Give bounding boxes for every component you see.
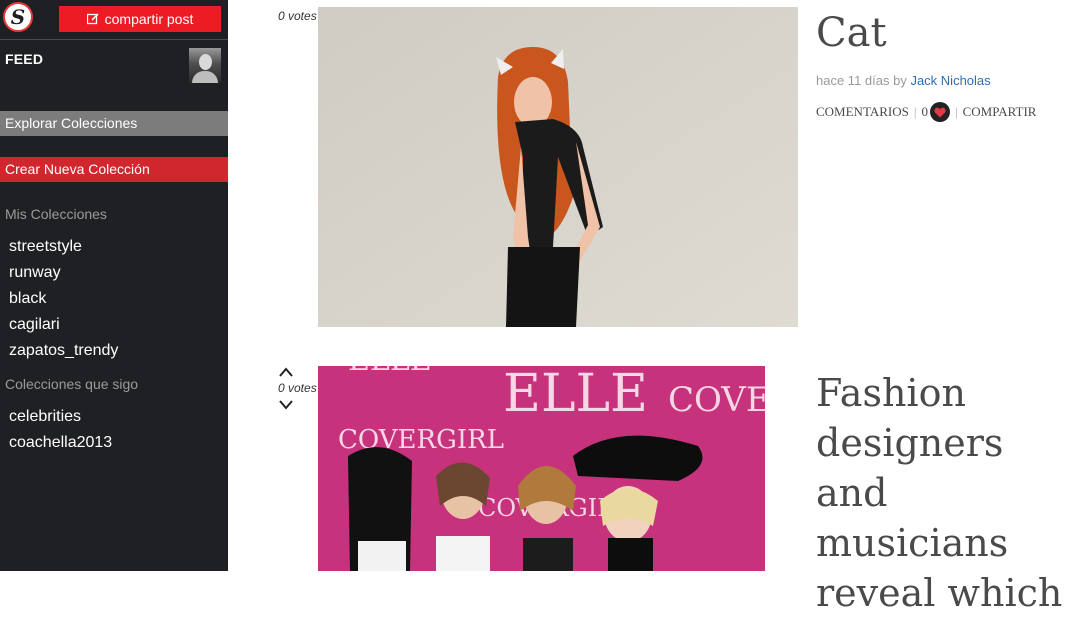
downvote-icon[interactable] [279, 400, 293, 410]
like-count: 0 [921, 104, 928, 119]
post-title[interactable]: Fashion designers and musicians reveal w… [816, 368, 1082, 618]
feed-link[interactable]: FEED [5, 51, 43, 67]
post-title[interactable]: Cat [816, 10, 887, 56]
post-title-line: reveal which [816, 571, 1063, 615]
heart-icon[interactable] [929, 102, 950, 122]
user-avatar[interactable] [189, 48, 221, 83]
create-collection-button[interactable]: Crear Nueva Colección [0, 157, 228, 182]
separator: | [913, 104, 917, 119]
post-meta: hace 11 días by Jack Nicholas [816, 73, 991, 88]
my-collections-heading: Mis Colecciones [5, 206, 107, 222]
author-link[interactable]: Jack Nicholas [910, 73, 990, 88]
followed-collection-link[interactable]: celebrities [9, 408, 81, 426]
upvote-icon[interactable] [279, 367, 293, 377]
post-title-line: designers and [816, 421, 1004, 515]
post-title-line: Fashion [816, 371, 966, 415]
post-actions: COMENTARIOS | 0 | COMPARTIR [816, 102, 1036, 122]
collection-link[interactable]: zapatos_trendy [9, 342, 118, 360]
share-post-button[interactable]: compartir post [59, 6, 221, 32]
divider [0, 39, 228, 40]
separator: | [954, 104, 958, 119]
vote-count: 0 votes [278, 9, 317, 23]
collection-link[interactable]: streetstyle [9, 238, 82, 256]
collection-link[interactable]: black [9, 290, 46, 308]
vote-count: 0 votes [278, 381, 317, 395]
following-collections-heading: Colecciones que sigo [5, 376, 139, 392]
post-photo-cat [318, 7, 798, 327]
sidebar: S compartir post FEED Explorar Coleccion… [0, 0, 228, 571]
explore-collections-button[interactable]: Explorar Colecciones [0, 111, 228, 136]
share-post-label: compartir post [104, 11, 194, 27]
site-logo[interactable]: S [3, 2, 33, 32]
backdrop-text: ELLE [503, 366, 648, 424]
followed-collection-link[interactable]: coachella2013 [9, 434, 112, 452]
post-time: hace 11 días by [816, 73, 907, 88]
comments-link[interactable]: COMENTARIOS [816, 104, 909, 120]
post-photo-event: ELLE COVERGIRL COVE ELLE COVERGIRL [318, 366, 765, 571]
edit-icon [86, 13, 99, 25]
post-title-line: musicians [816, 521, 1009, 565]
share-link[interactable]: COMPARTIR [963, 104, 1037, 120]
post-image[interactable]: ELLE COVERGIRL COVE ELLE COVERGIRL [318, 366, 765, 571]
backdrop-text: COVE [668, 380, 765, 420]
post-image[interactable] [318, 7, 798, 327]
collection-link[interactable]: cagilari [9, 316, 60, 334]
backdrop-text: ELLE [348, 366, 432, 378]
collection-link[interactable]: runway [9, 264, 61, 282]
